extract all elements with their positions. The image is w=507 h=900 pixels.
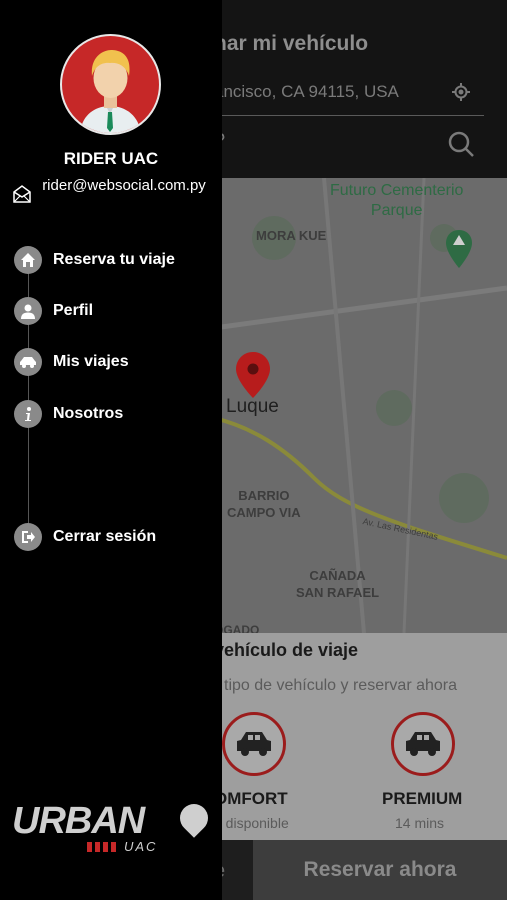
map-label-luque: Luque xyxy=(226,396,279,417)
user-name: RIDER UAC xyxy=(63,149,159,168)
avatar[interactable] xyxy=(60,34,161,135)
menu-label: Perfil xyxy=(53,302,94,319)
menu-label: Cerrar sesión xyxy=(53,528,157,545)
car-icon xyxy=(14,348,42,376)
menu-label: Mis viajes xyxy=(53,353,129,370)
map-label-futuro: Futuro Cementerio Parque xyxy=(330,182,464,219)
vehicle-name: PREMIUM xyxy=(382,789,463,808)
info-icon xyxy=(14,400,42,428)
urban-logo: URBAN UAC xyxy=(12,798,214,860)
logo-text: URBAN xyxy=(12,800,145,842)
pickup-address-field[interactable]: ancisco, CA 94115, USA xyxy=(214,82,399,102)
menu-item-perfil[interactable]: Perfil xyxy=(14,297,93,325)
menu-item-nosotros[interactable]: Nosotros xyxy=(14,400,123,428)
home-icon xyxy=(14,246,42,274)
logo-subtext: UAC xyxy=(124,839,158,854)
navigation-drawer: RIDER UAC rider@websocial.com.py Reserva… xyxy=(0,0,222,900)
map-label-canada: CAÑADA SAN RAFAEL xyxy=(296,568,380,600)
vehicle-status: o disponible xyxy=(214,815,289,831)
car-icon xyxy=(237,732,271,756)
logo-pin-icon xyxy=(174,798,214,838)
logo-stripes xyxy=(87,842,119,852)
menu-item-cerrar-sesion[interactable]: Cerrar sesión xyxy=(14,523,156,551)
menu-label: Nosotros xyxy=(53,405,124,422)
logout-icon xyxy=(14,523,42,551)
mail-icon xyxy=(13,185,31,203)
vehicle-name: OMFORT xyxy=(214,789,288,808)
page-title: nar mi vehículo xyxy=(214,32,369,55)
reserve-now-button[interactable]: Reservar ahora xyxy=(253,840,507,900)
menu-item-reserva[interactable]: Reserva tu viaje xyxy=(14,246,175,274)
vehicle-panel-title: vehículo de viaje xyxy=(214,640,359,660)
profile-icon xyxy=(14,297,42,325)
search-icon[interactable] xyxy=(447,130,475,158)
menu-item-mis-viajes[interactable]: Mis viajes xyxy=(14,348,129,376)
map-label-mora: MORA KUE xyxy=(256,228,327,243)
my-location-icon[interactable] xyxy=(452,83,470,101)
user-email: rider@websocial.com.py xyxy=(42,177,206,194)
car-icon xyxy=(406,732,440,756)
vehicle-status: 14 mins xyxy=(395,815,445,831)
address-underline xyxy=(214,115,484,116)
vehicle-option-comfort[interactable] xyxy=(222,712,286,776)
map-label-barrio: BARRIO CAMPO VIA xyxy=(227,488,301,520)
vehicle-option-premium[interactable] xyxy=(391,712,455,776)
menu-label: Reserva tu viaje xyxy=(53,251,175,268)
map-marker-icon[interactable] xyxy=(236,352,270,398)
park-marker-icon xyxy=(446,230,472,268)
vehicle-panel-subtitle: tipo de vehículo y reservar ahora xyxy=(224,677,458,694)
user-avatar-icon xyxy=(80,50,141,133)
